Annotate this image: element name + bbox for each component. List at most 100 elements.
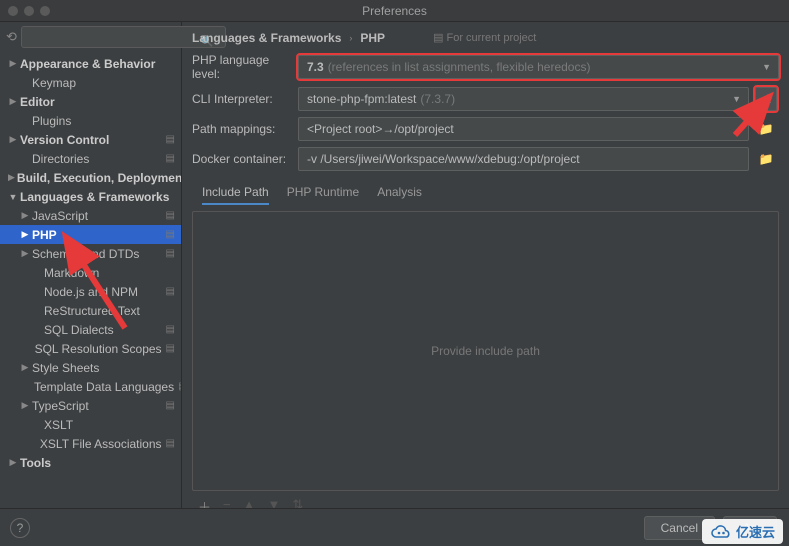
sidebar-item-editor[interactable]: ▶Editor: [0, 92, 181, 111]
sidebar-item-languages-frameworks[interactable]: ▼Languages & Frameworks: [0, 187, 181, 206]
php-language-level-label: PHP language level:: [192, 53, 292, 81]
back-icon[interactable]: ⟲: [6, 29, 17, 45]
docker-container-value: -v /Users/jiwei/Workspace/www/xdebug:/op…: [307, 152, 580, 166]
project-scope-icon: ▤: [166, 286, 175, 297]
sidebar-item-label: Markdown: [44, 266, 175, 280]
chevron-right-icon[interactable]: ▶: [20, 400, 30, 411]
project-scope-icon: ▤: [166, 438, 175, 449]
project-scope-icon: ▤: [166, 153, 175, 164]
chevron-right-icon: ›: [349, 33, 352, 43]
chevron-right-icon[interactable]: ▶: [20, 229, 30, 240]
sidebar-item-typescript[interactable]: ▶TypeScript▤: [0, 396, 181, 415]
tab-analysis[interactable]: Analysis: [377, 185, 422, 205]
cli-value: stone-php-fpm:latest: [307, 92, 416, 106]
sidebar-item-label: Node.js and NPM: [44, 285, 162, 299]
folder-icon[interactable]: 📁: [755, 147, 777, 171]
chevron-right-icon[interactable]: ▶: [8, 457, 18, 468]
cli-interpreter-dropdown[interactable]: stone-php-fpm:latest (7.3.7) ▼: [298, 87, 749, 111]
include-path-empty-text: Provide include path: [431, 344, 540, 358]
content-pane: Languages & Frameworks › PHP ▤ For curre…: [182, 22, 789, 522]
sidebar-item-markdown[interactable]: Markdown: [0, 263, 181, 282]
project-scope-icon: ▤: [166, 134, 175, 145]
sidebar-item-label: SQL Resolution Scopes: [35, 342, 162, 356]
chevron-right-icon[interactable]: ▶: [8, 58, 18, 69]
sidebar: ⟲ 🔍 ▶Appearance & BehaviorKeymap▶EditorP…: [0, 22, 182, 522]
sidebar-item-directories[interactable]: Directories ▤: [0, 149, 181, 168]
fields-grid: PHP language level: 7.3 (references in l…: [192, 53, 779, 171]
sidebar-item-keymap[interactable]: Keymap: [0, 73, 181, 92]
lang-level-value: 7.3: [307, 60, 324, 74]
folder-icon[interactable]: 📁: [755, 117, 777, 141]
path-mappings-value: <Project root>→/opt/project: [307, 122, 454, 136]
sidebar-item-label: ReStructured Text: [44, 304, 175, 318]
project-scope-text: For current project: [446, 32, 536, 44]
cloud-icon: [710, 524, 732, 540]
chevron-right-icon[interactable]: ▶: [8, 172, 15, 183]
cli-interpreter-browse-button[interactable]: …: [755, 87, 777, 111]
lang-level-hint: (references in list assignments, flexibl…: [328, 60, 591, 74]
for-current-project-label: ▤ For current project: [433, 31, 536, 44]
cli-hint: (7.3.7): [420, 92, 455, 106]
docker-container-label: Docker container:: [192, 152, 292, 166]
sidebar-item-xslt[interactable]: XSLT: [0, 415, 181, 434]
sidebar-item-label: SQL Dialects: [44, 323, 162, 337]
project-scope-icon: ▤: [166, 210, 175, 221]
chevron-right-icon[interactable]: ▶: [8, 134, 18, 145]
sidebar-item-label: Editor: [20, 95, 175, 109]
path-mappings-label: Path mappings:: [192, 122, 292, 136]
sidebar-item-javascript[interactable]: ▶JavaScript ▤: [0, 206, 181, 225]
sidebar-item-sql-resolution-scopes[interactable]: SQL Resolution Scopes ▤: [0, 339, 181, 358]
project-scope-icon: ▤: [166, 343, 175, 354]
watermark-text: 亿速云: [736, 522, 775, 541]
project-scope-icon: ▤: [166, 324, 175, 335]
project-scope-icon: ▤: [178, 381, 181, 392]
sidebar-item-xslt-file-associations[interactable]: XSLT File Associations ▤: [0, 434, 181, 453]
watermark: 亿速云: [702, 519, 783, 544]
sidebar-item-label: Tools: [20, 456, 175, 470]
sidebar-item-label: XSLT: [44, 418, 175, 432]
chevron-right-icon[interactable]: ▶: [20, 362, 30, 373]
help-button[interactable]: ?: [10, 518, 30, 538]
search-wrap: ⟲ 🔍: [0, 22, 181, 52]
sidebar-item-appearance-behavior[interactable]: ▶Appearance & Behavior: [0, 54, 181, 73]
titlebar: Preferences: [0, 0, 789, 22]
sidebar-item-label: Build, Execution, Deployment: [17, 171, 181, 185]
sidebar-item-label: JavaScript: [32, 209, 162, 223]
sidebar-item-label: XSLT File Associations: [40, 437, 162, 451]
sidebar-item-restructured-text[interactable]: ReStructured Text: [0, 301, 181, 320]
settings-tree[interactable]: ▶Appearance & BehaviorKeymap▶EditorPlugi…: [0, 52, 181, 522]
tab-php-runtime[interactable]: PHP Runtime: [287, 185, 359, 205]
sidebar-item-template-data-languages[interactable]: Template Data Languages ▤: [0, 377, 181, 396]
sidebar-item-schemas-and-dtds[interactable]: ▶Schemas and DTDs▤: [0, 244, 181, 263]
sidebar-item-tools[interactable]: ▶Tools: [0, 453, 181, 472]
sidebar-item-build-execution-deployment[interactable]: ▶Build, Execution, Deployment: [0, 168, 181, 187]
chevron-right-icon[interactable]: ▶: [20, 210, 30, 221]
chevron-right-icon[interactable]: ▶: [20, 248, 30, 259]
sidebar-item-version-control[interactable]: ▶Version Control ▤: [0, 130, 181, 149]
sidebar-item-label: Template Data Languages: [34, 380, 174, 394]
sidebar-item-label: Directories: [32, 152, 162, 166]
project-scope-icon: ▤: [166, 229, 175, 240]
docker-container-field[interactable]: -v /Users/jiwei/Workspace/www/xdebug:/op…: [298, 147, 749, 171]
sidebar-item-label: Schemas and DTDs: [32, 247, 162, 261]
sidebar-item-style-sheets[interactable]: ▶Style Sheets: [0, 358, 181, 377]
sidebar-item-label: Version Control: [20, 133, 162, 147]
chevron-right-icon[interactable]: ▶: [8, 96, 18, 107]
chevron-down-icon[interactable]: ▼: [8, 192, 18, 202]
sidebar-item-label: Keymap: [32, 76, 175, 90]
include-path-panel: Provide include path: [192, 211, 779, 491]
sidebar-item-sql-dialects[interactable]: SQL Dialects ▤: [0, 320, 181, 339]
sidebar-item-plugins[interactable]: Plugins: [0, 111, 181, 130]
breadcrumb: Languages & Frameworks › PHP ▤ For curre…: [192, 30, 779, 45]
path-mappings-field[interactable]: <Project root>→/opt/project: [298, 117, 749, 141]
sidebar-item-node-js-and-npm[interactable]: Node.js and NPM ▤: [0, 282, 181, 301]
breadcrumb-leaf: PHP: [360, 31, 385, 45]
tab-include-path[interactable]: Include Path: [202, 185, 269, 205]
sidebar-item-php[interactable]: ▶PHP▤: [0, 225, 181, 244]
project-scope-icon: ▤: [166, 400, 175, 411]
php-language-level-dropdown[interactable]: 7.3 (references in list assignments, fle…: [298, 55, 779, 79]
sidebar-item-label: Appearance & Behavior: [20, 57, 175, 71]
chevron-down-icon: ▼: [762, 62, 771, 72]
breadcrumb-root[interactable]: Languages & Frameworks: [192, 31, 341, 45]
project-scope-icon: ▤: [433, 31, 443, 44]
